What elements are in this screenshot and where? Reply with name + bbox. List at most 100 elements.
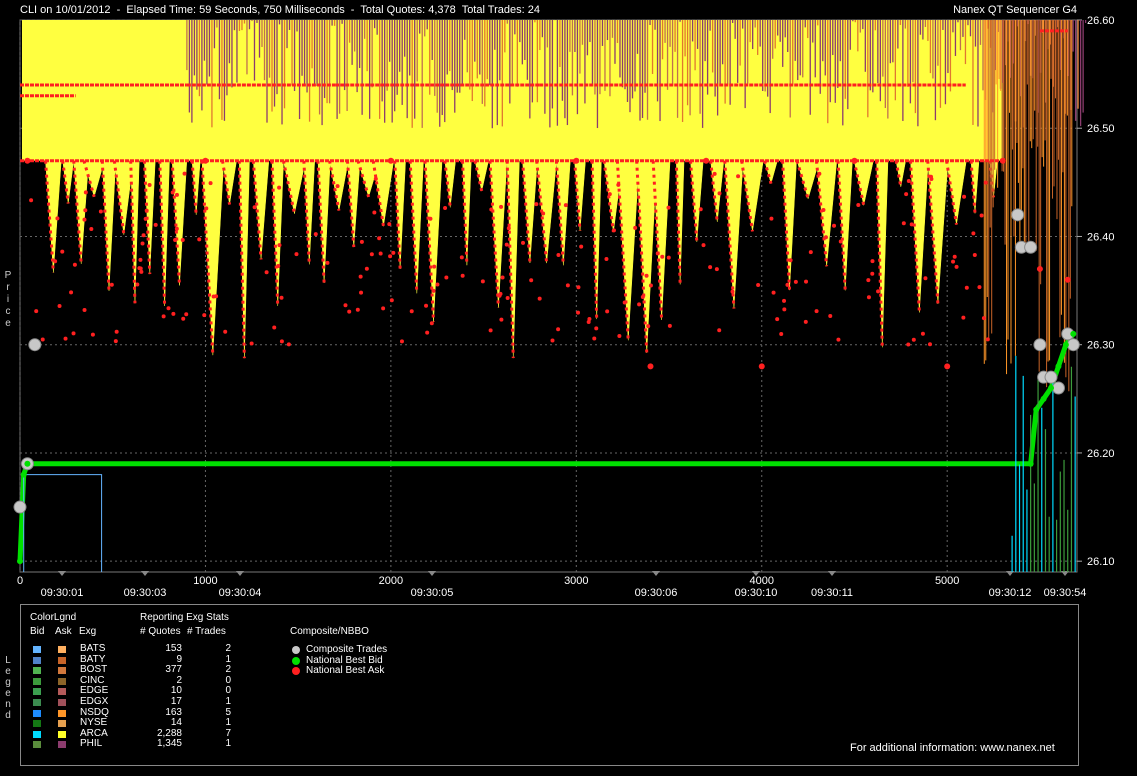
ask-quote-dot (444, 275, 449, 280)
ask-quote-dot (962, 194, 967, 199)
ask-quote-dot (814, 309, 819, 314)
price-chart: NANEX26.6026.5026.4026.3026.2026.1001000… (13, 15, 1115, 599)
ask-quote-dot (838, 239, 843, 244)
ask-quote-dot (904, 192, 909, 197)
ask-quote-dot (981, 316, 986, 321)
y-tick-label: 26.60 (1087, 15, 1115, 27)
ask-quote-dot (646, 324, 651, 329)
ask-header: Ask (55, 626, 72, 637)
exchange-name: CINC (80, 674, 105, 686)
ask-quote-dot (399, 339, 404, 344)
composite-trade-marker (1011, 208, 1025, 222)
ask-quote-dot (586, 320, 591, 325)
ask-quote-dot (378, 251, 383, 256)
ask-quote-dot (141, 233, 146, 238)
ask-quote-dot (605, 309, 610, 314)
ask-quote-dot (277, 185, 282, 190)
ask-quote-dot (736, 174, 741, 179)
ask-quote-dot (153, 222, 158, 227)
ask-quote-dot (424, 303, 429, 308)
ask-quote-dot (909, 222, 914, 227)
ask-quote-dot (488, 328, 493, 333)
ask-quote-dot (82, 307, 87, 312)
time-marker (236, 571, 244, 576)
nbbo-legend-label: National Best Ask (306, 665, 385, 677)
bid-color-swatch (33, 646, 41, 653)
ask-quote-dot (717, 328, 722, 333)
time-marker (828, 571, 836, 576)
ask-quote-dot (961, 315, 966, 320)
ask-quote-dot (529, 278, 534, 283)
trade-count: 2 (225, 664, 231, 676)
national-best-ask-point (647, 363, 654, 370)
ask-quote-dot (856, 203, 861, 208)
ask-quote-dot (69, 290, 74, 295)
ask-quote-dot (565, 283, 570, 288)
trades-header: # Trades (187, 626, 226, 637)
ask-quote-dot (521, 240, 526, 245)
ask-quote-dot (714, 267, 719, 272)
ask-quote-dot (876, 289, 881, 294)
y-axis-title-char: i (6, 294, 10, 305)
y-axis-title-char: P (4, 270, 12, 281)
ask-quote-dot (823, 235, 828, 240)
ask-quote-dot (109, 282, 114, 287)
footer-note: For additional information: www.nanex.ne… (850, 742, 1055, 754)
legend-side-title: Legend (4, 655, 12, 721)
ask-quote-dot (920, 331, 925, 336)
x-tick-label: 4000 (750, 575, 774, 587)
time-label: 09:30:05 (411, 587, 454, 599)
ask-quote-dot (506, 226, 511, 231)
y-tick-label: 26.30 (1087, 340, 1115, 352)
y-axis-title-char: c (5, 306, 11, 317)
ask-quote-dot (576, 285, 581, 290)
ask-color-swatch (58, 699, 66, 706)
ask-quote-dot (655, 251, 660, 256)
ask-quote-dot (556, 327, 561, 332)
legend-title-char: n (5, 699, 11, 710)
composite-trade-marker (1051, 381, 1065, 395)
ask-quote-dot (782, 298, 787, 303)
bid-color-swatch (33, 677, 41, 685)
ask-quote-dot (140, 241, 145, 246)
ask-quote-dot (708, 265, 713, 270)
ask-quote-dot (139, 269, 144, 274)
ask-quote-dot (497, 293, 502, 298)
composite-trade-marker (1044, 370, 1058, 384)
ask-quote-dot (579, 244, 584, 249)
trade-count: 5 (225, 706, 231, 718)
ask-quote-dot (499, 317, 504, 322)
ask-quote-dot (72, 262, 77, 267)
ask-quote-dot (144, 208, 149, 213)
ask-quote-dot (817, 171, 822, 176)
trade-count: 7 (225, 727, 231, 739)
ask-quote-dot (972, 252, 977, 257)
ask-quote-dot (563, 203, 568, 208)
quote-count: 1,345 (156, 738, 182, 750)
ask-quote-dot (480, 279, 485, 284)
ask-quote-dot (355, 307, 360, 312)
ask-quote-dot (279, 295, 284, 300)
exchange-name: BOST (80, 664, 108, 676)
composite-trade-marker (1033, 338, 1047, 352)
bid-color-swatch (33, 730, 41, 738)
national-best-ask-point (387, 157, 394, 164)
national-best-ask-point (24, 157, 31, 164)
ask-color-swatch (58, 688, 66, 696)
exchange-name: BATY (80, 653, 106, 665)
legend-title-char: e (5, 688, 11, 699)
ask-quote-dot (901, 221, 906, 226)
ask-quote-dot (576, 310, 581, 315)
ask-quote-dot (808, 250, 813, 255)
ask-quote-dot (286, 342, 291, 347)
national-best-ask-point (1036, 265, 1043, 272)
ask-quote-dot (313, 232, 318, 237)
ask-quote-dot (211, 294, 216, 299)
trade-count: 1 (225, 653, 231, 665)
ask-quote-dot (388, 254, 393, 259)
ask-quote-dot (147, 182, 152, 187)
stats-title: Reporting Exg Stats (140, 612, 229, 623)
ask-quote-dot (431, 288, 436, 293)
ask-quote-dot (409, 309, 414, 314)
ask-quote-dot (611, 228, 616, 233)
